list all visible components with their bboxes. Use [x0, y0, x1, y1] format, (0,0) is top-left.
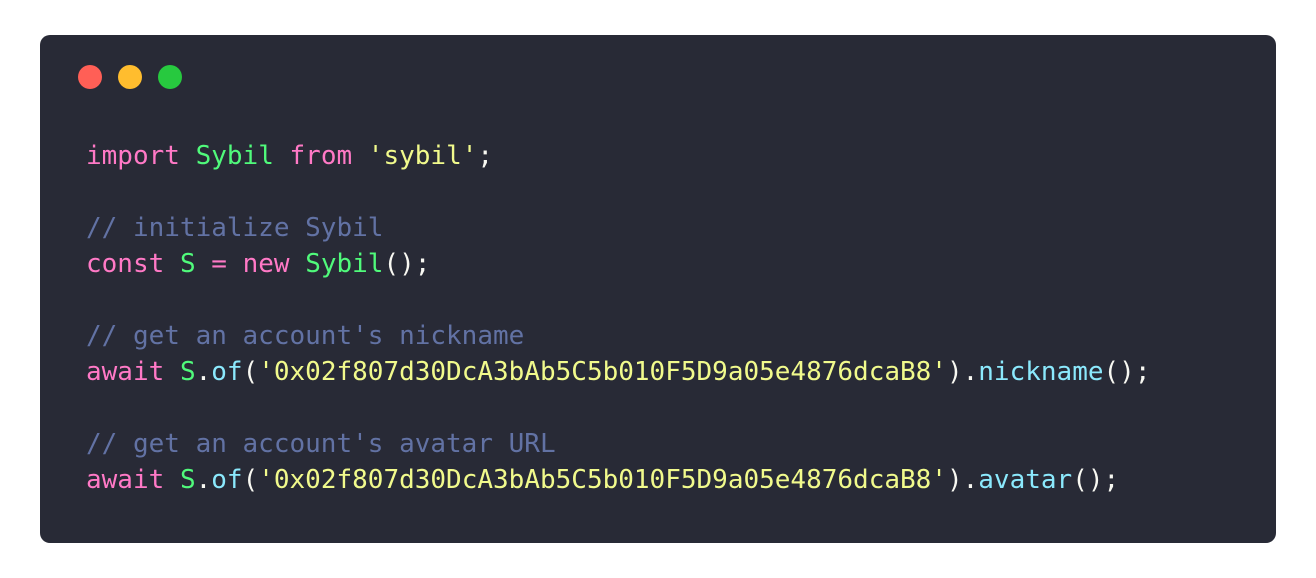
minimize-button[interactable]	[118, 65, 142, 89]
code-line-4: const S = new Sybil();	[86, 246, 1150, 282]
keyword: const	[86, 249, 165, 279]
punctuation: ();	[1103, 357, 1151, 387]
variable: S	[179, 357, 196, 387]
punctuation: ).	[946, 465, 979, 495]
code-line-9: // get an account's avatar URL	[86, 426, 1150, 462]
close-button[interactable]	[78, 65, 102, 89]
string-literal: 'sybil'	[367, 141, 478, 171]
maximize-button[interactable]	[158, 65, 182, 89]
punctuation: (	[242, 465, 259, 495]
punctuation: .	[195, 357, 212, 387]
code-block: import Sybil from 'sybil'; // initialize …	[86, 138, 1150, 498]
code-line-10: await S.of('0x02f807d30DcA3bAb5C5b010F5D…	[86, 462, 1150, 498]
code-line-7: await S.of('0x02f807d30DcA3bAb5C5b010F5D…	[86, 354, 1150, 390]
variable: S	[179, 465, 196, 495]
comment: // get an account's avatar URL	[86, 429, 556, 459]
punctuation: ).	[946, 357, 979, 387]
address-string: '0x02f807d30DcA3bAb5C5b010F5D9a05e4876dc…	[258, 357, 947, 387]
variable: S	[179, 249, 196, 279]
code-window: import Sybil from 'sybil'; // initialize …	[40, 35, 1276, 543]
keyword: from	[289, 141, 353, 171]
operator: =	[211, 249, 227, 279]
punctuation: ;	[477, 141, 494, 171]
keyword: new	[242, 249, 290, 279]
comment: // initialize Sybil	[86, 213, 384, 243]
keyword: import	[86, 141, 180, 171]
method-name: of	[211, 357, 243, 387]
punctuation: .	[195, 465, 212, 495]
class-name: Sybil	[305, 249, 384, 279]
keyword: await	[86, 465, 165, 495]
punctuation: (	[242, 357, 259, 387]
code-line-3: // initialize Sybil	[86, 210, 1150, 246]
method-name: of	[211, 465, 243, 495]
window-controls	[78, 65, 182, 89]
comment: // get an account's nickname	[86, 321, 525, 351]
code-line-1: import Sybil from 'sybil';	[86, 138, 1150, 174]
punctuation: ();	[1072, 465, 1120, 495]
class-name: Sybil	[195, 141, 274, 171]
method-name: nickname	[978, 357, 1104, 387]
method-name: avatar	[978, 465, 1073, 495]
code-line-6: // get an account's nickname	[86, 318, 1150, 354]
keyword: await	[86, 357, 165, 387]
address-string: '0x02f807d30DcA3bAb5C5b010F5D9a05e4876dc…	[258, 465, 947, 495]
punctuation: ();	[383, 249, 431, 279]
